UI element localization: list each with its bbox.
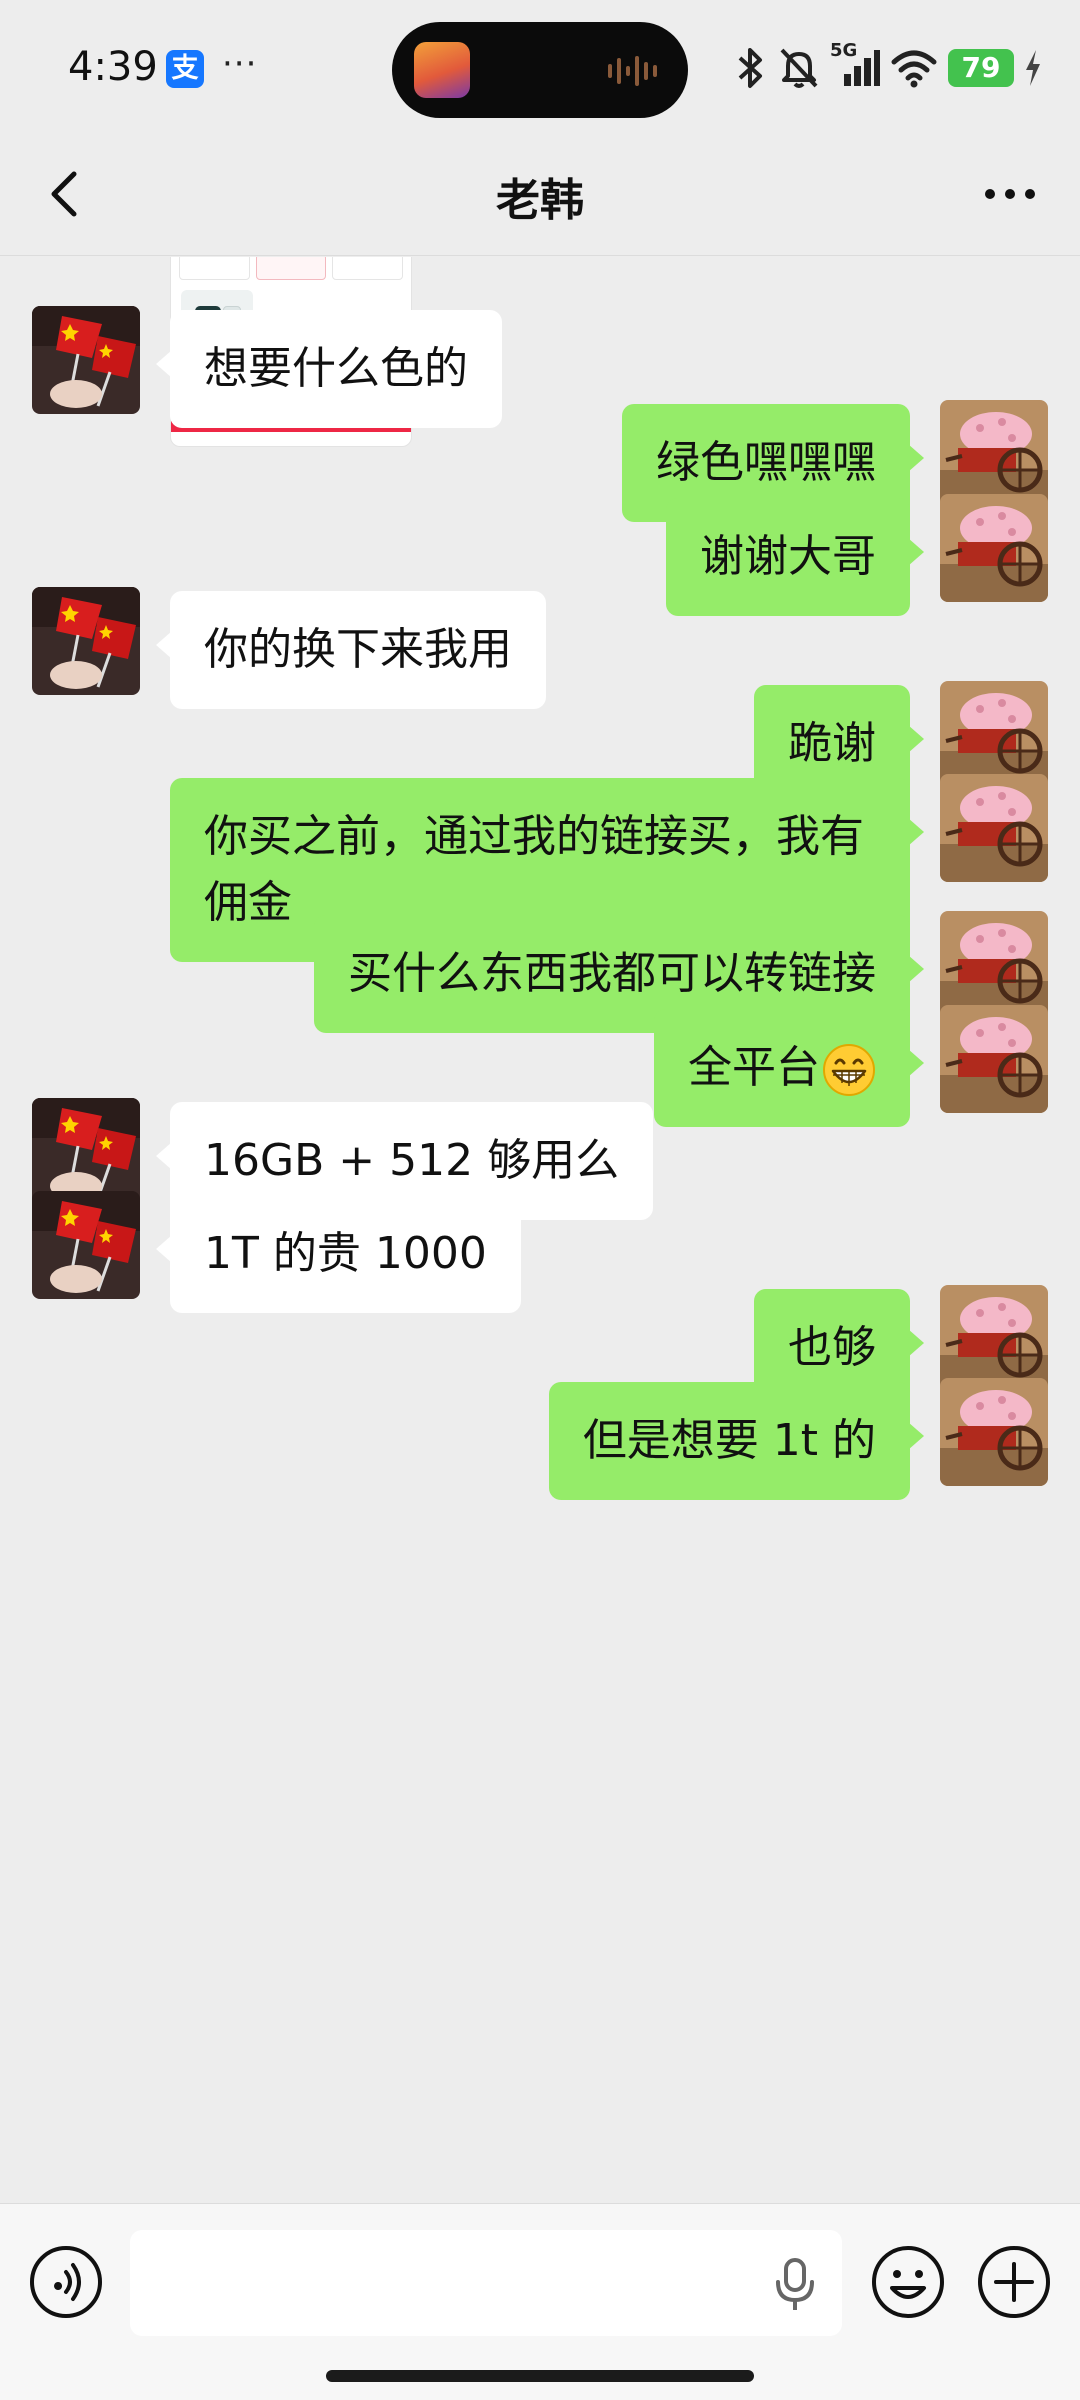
incoming-message[interactable]: 1T 的贵 1000: [156, 1195, 521, 1313]
outgoing-message[interactable]: 谢谢大哥: [666, 498, 924, 616]
message-text: 你买之前，通过我的链接买，我有佣金: [204, 811, 864, 928]
battery-indicator: 79: [948, 49, 1014, 87]
contact-avatar[interactable]: [32, 587, 140, 695]
message-input[interactable]: [130, 2230, 842, 2336]
my-avatar[interactable]: [940, 911, 1048, 1019]
home-indicator[interactable]: [326, 2370, 754, 2382]
dynamic-island[interactable]: [392, 22, 688, 118]
message-text: 跪谢: [788, 718, 876, 769]
my-avatar[interactable]: [940, 774, 1048, 882]
audio-wave-icon: [608, 56, 657, 86]
charging-bolt-icon: [1026, 50, 1040, 86]
variant-tabs: [171, 257, 411, 286]
message-text: 想要什么色的: [204, 343, 468, 394]
notification-more-icon: ···: [222, 44, 258, 84]
media-artwork: [414, 42, 470, 98]
message-text: 16GB + 512 够用么: [204, 1135, 620, 1186]
contact-avatar[interactable]: [32, 306, 140, 414]
mute-bell-icon: [780, 48, 818, 88]
chat-header: 老韩: [0, 132, 1080, 256]
incoming-message[interactable]: 你的换下来我用: [156, 591, 546, 709]
alipay-icon: 支: [166, 50, 204, 88]
message-text: 全平台: [688, 1042, 820, 1093]
message-text: 但是想要 1t 的: [582, 1415, 876, 1466]
bluetooth-icon: [738, 48, 762, 88]
more-dots-icon[interactable]: [976, 162, 1044, 226]
message-list[interactable]: 想要什么色的绿色嘿嘿嘿谢谢大哥你的换下来我用跪谢你买之前，通过我的链接买，我有佣…: [0, 257, 1080, 2203]
variant-tab: [332, 257, 404, 280]
emoji-icon[interactable]: [870, 2244, 946, 2320]
status-time: 4:39: [68, 44, 158, 90]
outgoing-message[interactable]: 全平台: [654, 1009, 924, 1127]
system-icons: 5G 79: [732, 40, 1042, 94]
plus-icon[interactable]: [976, 2244, 1052, 2320]
my-avatar[interactable]: [940, 681, 1048, 789]
incoming-message[interactable]: 想要什么色的: [156, 310, 502, 428]
message-text: 绿色嘿嘿嘿: [656, 437, 876, 488]
variant-tab: [179, 257, 250, 280]
chat-title: 老韩: [496, 175, 584, 226]
cellular-signal-icon: 5G: [830, 40, 880, 90]
message-text: 1T 的贵 1000: [204, 1228, 487, 1279]
contact-avatar[interactable]: [32, 1098, 140, 1206]
my-avatar[interactable]: [940, 1005, 1048, 1113]
message-text: 谢谢大哥: [700, 531, 876, 582]
voice-input-icon[interactable]: [28, 2244, 104, 2320]
my-avatar[interactable]: [940, 400, 1048, 508]
microphone-icon[interactable]: [772, 2256, 818, 2312]
my-avatar[interactable]: [940, 1285, 1048, 1393]
message-text: 也够: [788, 1322, 876, 1373]
wifi-icon: [891, 50, 937, 88]
status-bar: 4:39 支 ··· 5G 79: [0, 0, 1080, 132]
outgoing-message[interactable]: 但是想要 1t 的: [548, 1382, 925, 1500]
my-avatar[interactable]: [940, 1378, 1048, 1486]
message-text: 你的换下来我用: [204, 624, 512, 675]
variant-tab-selected: [255, 257, 327, 280]
my-avatar[interactable]: [940, 494, 1048, 602]
message-text: 买什么东西我都可以转链接: [348, 948, 876, 999]
grinning-face-icon: [823, 1044, 875, 1096]
input-bar: [0, 2203, 1080, 2400]
contact-avatar[interactable]: [32, 1191, 140, 1299]
